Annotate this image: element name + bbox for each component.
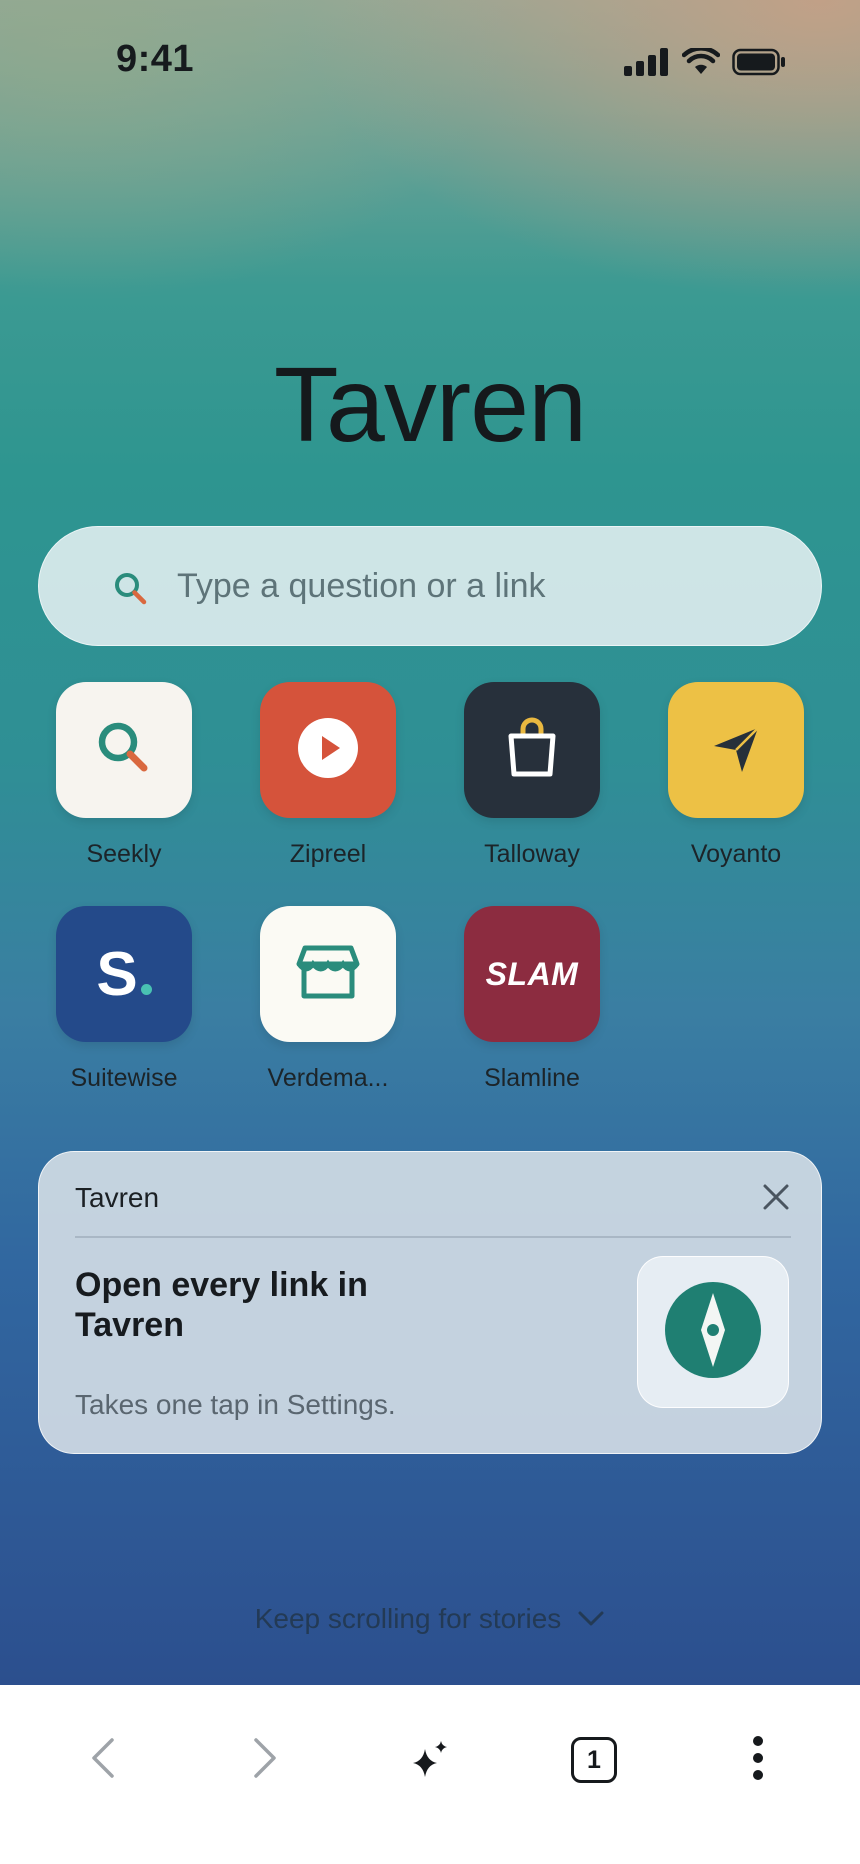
forward-icon — [250, 1736, 280, 1785]
more-menu-button[interactable] — [723, 1725, 793, 1795]
chevron-down-icon — [577, 1603, 605, 1635]
s-logo-text: S — [96, 939, 138, 1009]
shortcut-zipreel[interactable]: Zipreel — [238, 682, 418, 869]
close-button[interactable] — [753, 1176, 799, 1222]
status-icons — [624, 46, 786, 81]
card-brand: Tavren — [75, 1182, 160, 1213]
shortcut-slamline[interactable]: SLAM Slamline — [442, 906, 622, 1093]
card-divider — [75, 1236, 791, 1238]
shortcut-talloway[interactable]: Talloway — [442, 682, 622, 869]
app-label: Zipreel — [289, 840, 367, 868]
shortcut-voyanto[interactable]: Voyanto — [646, 682, 826, 869]
card-headline: Open every link in Tavren — [75, 1266, 368, 1344]
page-title: Tavren — [273, 346, 587, 464]
app-label: Suitewise — [70, 1064, 178, 1092]
app-label: Talloway — [484, 840, 580, 868]
paper-plane-icon — [706, 718, 766, 783]
back-button[interactable] — [68, 1725, 138, 1795]
app-label: Voyanto — [690, 840, 782, 868]
shortcut-verdema[interactable]: Verdema... — [238, 906, 418, 1093]
app-label: Slamline — [484, 1064, 580, 1092]
card-subtext: Takes one tap in Settings. — [75, 1389, 396, 1420]
app-label: Verdema... — [267, 1064, 389, 1092]
app-label: Seekly — [86, 840, 162, 868]
sparkle-icon — [409, 1737, 451, 1784]
shopping-bag-icon — [502, 716, 562, 785]
more-icon — [751, 1735, 765, 1786]
battery-icon — [732, 48, 786, 81]
card-thumbnail[interactable] — [637, 1256, 789, 1408]
home-screen: 9:41 Tavren Type a question or a link Se… — [0, 0, 860, 1685]
shortcut-suitewise[interactable]: S Suitewise — [34, 906, 214, 1093]
promo-card: Tavren Open every link in Tavren Takes o… — [38, 1151, 822, 1454]
app-tile[interactable]: S — [56, 906, 192, 1042]
status-time: 9:41 — [116, 38, 195, 80]
close-icon — [762, 1183, 790, 1216]
app-tile[interactable] — [464, 682, 600, 818]
wifi-icon — [681, 46, 721, 81]
scroll-hint[interactable]: Keep scrolling for stories — [0, 1603, 860, 1635]
ai-assistant-button[interactable] — [395, 1725, 465, 1795]
forward-button[interactable] — [230, 1725, 300, 1795]
tabs-button[interactable]: 1 — [559, 1725, 629, 1795]
compass-icon — [664, 1281, 762, 1384]
s-logo-icon: S — [96, 939, 152, 1010]
tab-count-label: 1 — [587, 1745, 601, 1774]
bottom-toolbar: 1 — [0, 1685, 860, 1864]
app-tile[interactable] — [668, 682, 804, 818]
s-logo-dot — [140, 983, 152, 995]
cellular-signal-icon — [624, 48, 670, 81]
shortcut-seekly[interactable]: Seekly — [34, 682, 214, 869]
play-icon — [296, 716, 360, 785]
magnifier-icon — [92, 716, 156, 785]
app-tile[interactable] — [260, 906, 396, 1042]
app-tile[interactable]: SLAM — [464, 906, 600, 1042]
slam-logo-icon: SLAM — [485, 955, 579, 992]
search-bar[interactable] — [38, 526, 829, 646]
app-tile[interactable] — [56, 682, 192, 818]
storefront-icon — [295, 942, 361, 1007]
back-icon — [88, 1736, 118, 1785]
search-input[interactable] — [139, 527, 829, 646]
scroll-hint-text: Keep scrolling for stories — [254, 1603, 562, 1634]
tabs-icon: 1 — [571, 1737, 617, 1783]
app-tile[interactable] — [260, 682, 396, 818]
